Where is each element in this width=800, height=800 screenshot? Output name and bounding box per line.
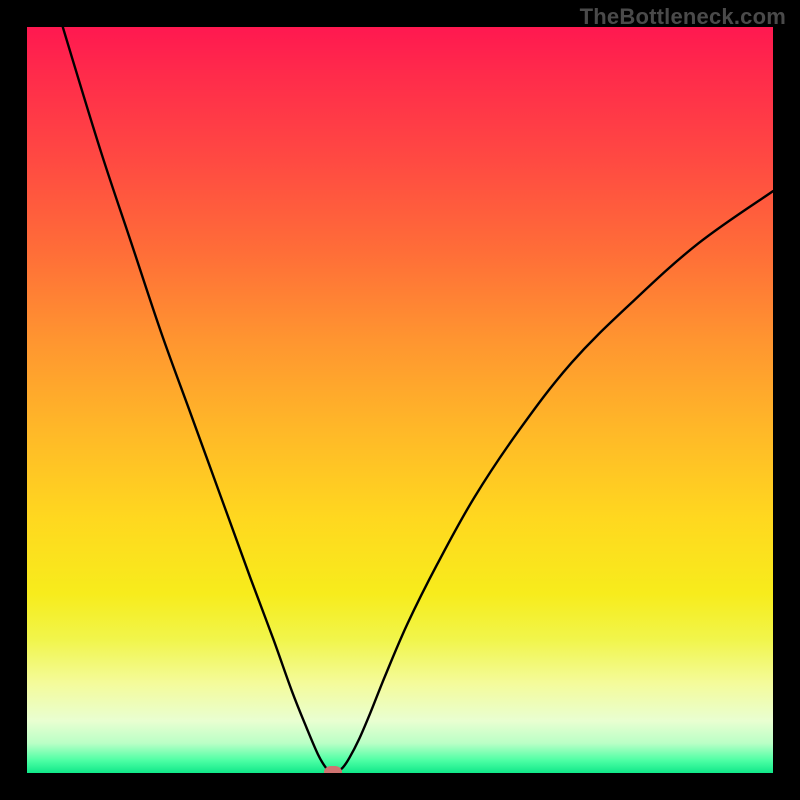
chart-frame: TheBottleneck.com: [0, 0, 800, 800]
optimum-marker: [324, 766, 342, 774]
curve-svg: [27, 27, 773, 773]
plot-area: [27, 27, 773, 773]
bottleneck-curve: [27, 27, 773, 772]
watermark-text: TheBottleneck.com: [580, 4, 786, 30]
